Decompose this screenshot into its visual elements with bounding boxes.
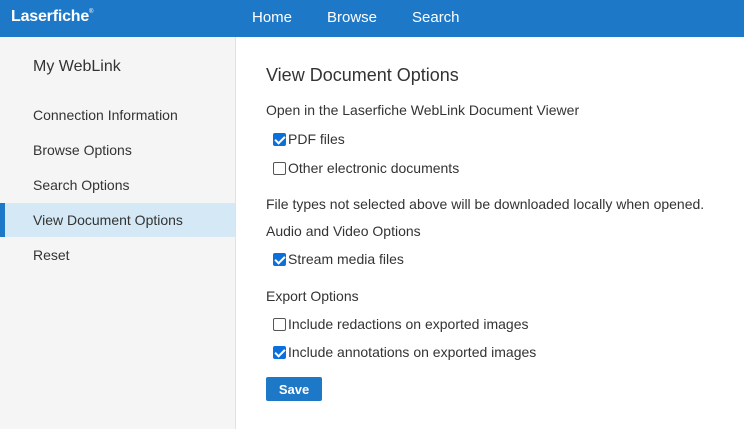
sidebar-item-browse-options[interactable]: Browse Options bbox=[0, 133, 235, 167]
pdf-files-option[interactable]: PDF files bbox=[273, 131, 345, 147]
include-redactions-label: Include redactions on exported images bbox=[288, 316, 529, 332]
download-note: File types not selected above will be do… bbox=[266, 196, 705, 212]
include-redactions-checkbox[interactable] bbox=[273, 317, 286, 331]
other-electronic-documents-label: Other electronic documents bbox=[288, 160, 460, 176]
nav-search-link[interactable]: Search bbox=[412, 9, 460, 26]
sidebar-title: My WebLink bbox=[33, 58, 121, 75]
nav-home-link[interactable]: Home bbox=[252, 9, 292, 26]
pdf-files-label: PDF files bbox=[288, 131, 345, 147]
top-navigation-bar: Laserfiche® Home Browse Search bbox=[0, 0, 744, 37]
stream-media-files-label: Stream media files bbox=[288, 251, 404, 267]
sidebar-item-view-document-options[interactable]: View Document Options bbox=[0, 203, 235, 237]
include-annotations-label: Include annotations on exported images bbox=[288, 344, 537, 360]
sidebar-item-connection-information[interactable]: Connection Information bbox=[0, 98, 235, 132]
registered-mark: ® bbox=[89, 9, 94, 15]
viewer-section-heading: Open in the Laserfiche WebLink Document … bbox=[266, 102, 580, 118]
logo-text: Laserfiche bbox=[11, 8, 90, 25]
stream-media-files-checkbox[interactable] bbox=[273, 252, 286, 266]
sidebar-item-search-options[interactable]: Search Options bbox=[0, 168, 235, 202]
include-annotations-option[interactable]: Include annotations on exported images bbox=[273, 344, 536, 360]
laserfiche-logo[interactable]: Laserfiche® bbox=[11, 8, 93, 26]
main-content: View Document Options Open in the Laserf… bbox=[236, 37, 744, 429]
save-button[interactable]: Save bbox=[266, 377, 322, 401]
include-redactions-option[interactable]: Include redactions on exported images bbox=[273, 316, 528, 332]
page-title: View Document Options bbox=[266, 65, 459, 85]
other-electronic-documents-option[interactable]: Other electronic documents bbox=[273, 160, 459, 176]
other-electronic-documents-checkbox[interactable] bbox=[273, 161, 286, 175]
sidebar-item-reset[interactable]: Reset bbox=[0, 238, 235, 272]
include-annotations-checkbox[interactable] bbox=[273, 345, 286, 359]
pdf-files-checkbox[interactable] bbox=[273, 132, 286, 146]
stream-media-files-option[interactable]: Stream media files bbox=[273, 251, 404, 267]
export-section-heading: Export Options bbox=[266, 288, 359, 304]
audio-video-section-heading: Audio and Video Options bbox=[266, 223, 421, 239]
sidebar: My WebLink Connection Information Browse… bbox=[0, 37, 236, 429]
nav-browse-link[interactable]: Browse bbox=[327, 9, 377, 26]
